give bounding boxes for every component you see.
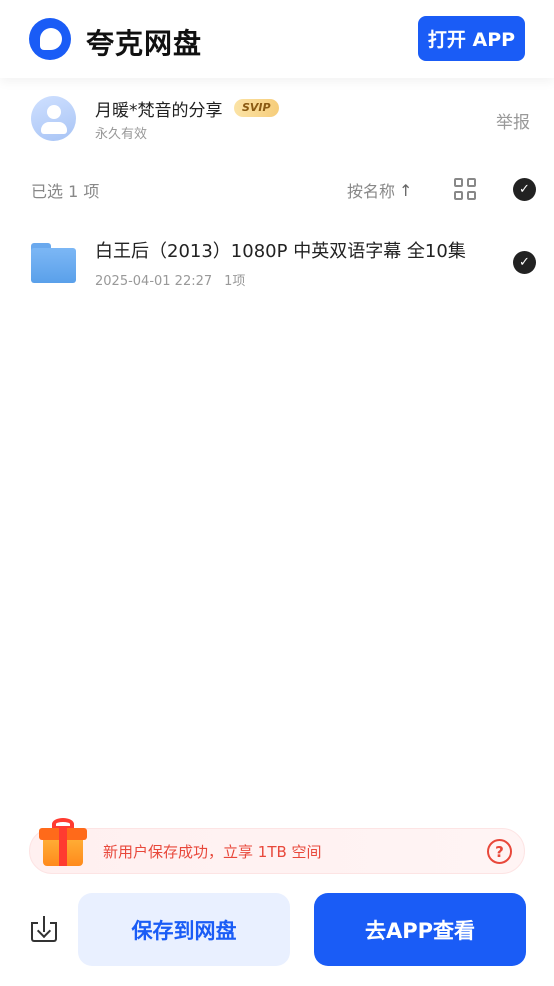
svip-badge: SVIP (234, 99, 279, 117)
file-meta: 2025-04-01 22:27 1项 (95, 270, 245, 289)
select-all-check-icon[interactable]: ✓ (513, 178, 536, 201)
open-app-button[interactable]: 打开 APP (418, 16, 525, 61)
sharer-name: 月暖*梵音的分享 (95, 101, 223, 121)
list-item[interactable]: 白王后（2013）1080P 中英双语字幕 全10集 2025-04-01 22… (0, 222, 554, 302)
item-check-icon[interactable]: ✓ (513, 251, 536, 274)
top-header: 夸克网盘 打开 APP (0, 0, 554, 78)
sort-by-name-button[interactable]: 按名称 ↑ (347, 178, 412, 202)
avatar (31, 96, 76, 141)
help-icon[interactable]: ? (487, 839, 512, 864)
report-link[interactable]: 举报 (496, 108, 530, 133)
sort-label: 按名称 (347, 182, 396, 201)
file-item-count: 1项 (224, 274, 246, 289)
download-icon[interactable] (31, 916, 57, 942)
file-date: 2025-04-01 22:27 (95, 274, 213, 289)
save-to-drive-button[interactable]: 保存到网盘 (78, 893, 290, 966)
sharer-info: 月暖*梵音的分享 SVIP 永久有效 举报 (0, 78, 554, 158)
selected-count: 已选 1 项 (31, 182, 100, 201)
file-toolbar: 已选 1 项 按名称 ↑ ✓ (0, 165, 554, 211)
app-name: 夸克网盘 (86, 27, 203, 60)
promo-text: 新用户保存成功，立享 1TB 空间 (103, 843, 322, 861)
view-in-app-button[interactable]: 去APP查看 (314, 893, 526, 966)
grid-view-icon[interactable] (454, 178, 478, 202)
share-validity: 永久有效 (95, 127, 148, 142)
folder-icon (31, 243, 76, 283)
quark-logo-icon (29, 18, 71, 60)
gift-icon (39, 816, 87, 868)
file-name: 白王后（2013）1080P 中英双语字幕 全10集 (95, 241, 466, 262)
sort-arrow-up-icon: ↑ (399, 180, 413, 200)
